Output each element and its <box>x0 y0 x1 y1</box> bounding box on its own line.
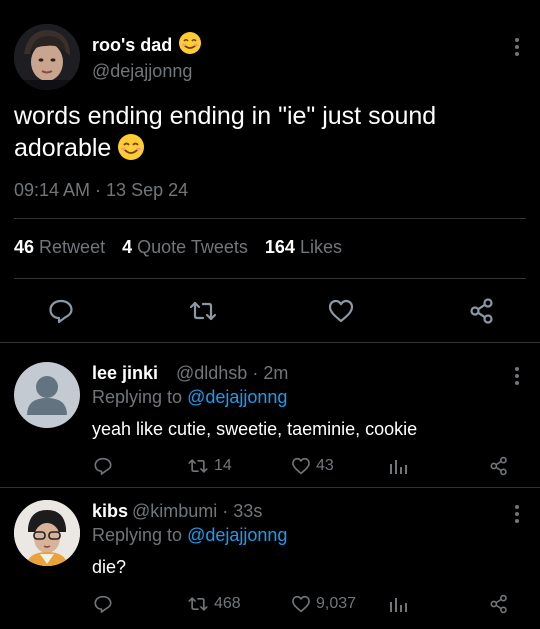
divider <box>14 218 526 219</box>
display-name[interactable]: lee jinki <box>92 363 158 384</box>
avatar[interactable] <box>14 500 80 566</box>
like-icon[interactable] <box>326 296 356 326</box>
handle[interactable]: @dejajjonng <box>92 61 192 82</box>
like-icon <box>292 595 310 613</box>
replying-label: Replying to <box>92 387 183 407</box>
share-icon[interactable] <box>467 296 497 326</box>
display-name-text[interactable]: roo's dad <box>92 35 172 55</box>
analytics-icon[interactable] <box>388 454 412 478</box>
replying-label: Replying to <box>92 525 183 545</box>
display-name[interactable]: roo's dad <box>92 32 202 56</box>
reply-tweet[interactable]: kibs @kimbumi · 33s Replying to @dejajjo… <box>0 488 540 629</box>
handle[interactable]: @kimbumi <box>132 501 217 521</box>
analytics-icon[interactable] <box>388 592 412 616</box>
engagement-stats: 46 Retweet 4 Quote Tweets 164 Likes <box>14 237 342 258</box>
more-options-icon[interactable] <box>514 505 520 526</box>
quotes-stat[interactable]: 4 Quote Tweets <box>122 237 248 257</box>
reply-action-bar: 468 9,037 <box>0 592 540 616</box>
divider <box>14 278 526 279</box>
reply-text: die? <box>92 557 127 577</box>
reply-icon[interactable] <box>46 296 76 326</box>
reply-time: · 2m <box>252 363 289 383</box>
retweets-label: Retweet <box>39 237 106 257</box>
replying-to: Replying to @dejajjonng <box>92 525 287 546</box>
retweet-icon <box>188 459 208 473</box>
likes-count: 164 <box>264 237 295 257</box>
avatar[interactable] <box>14 24 80 90</box>
retweet-button[interactable]: 468 <box>186 592 241 616</box>
avatar-photo <box>14 24 80 90</box>
reply-text: yeah like cutie, sweetie, taeminie, cook… <box>92 419 418 439</box>
tweet-text-content: words ending ending in "ie" just sound a… <box>14 102 437 162</box>
reply-tweet[interactable]: lee jinki @dldhsb · 2m Replying to @deja… <box>0 343 540 488</box>
likes-label: Likes <box>299 237 342 257</box>
reply-icon[interactable] <box>92 454 118 478</box>
like-icon <box>292 457 310 475</box>
retweet-button[interactable]: 14 <box>186 454 232 478</box>
smiling-emoji-icon <box>179 32 202 54</box>
main-tweet: roo's dad @dejajjonng words ending endin… <box>0 0 540 343</box>
tweet-action-bar <box>0 296 540 326</box>
handle-and-time: @kimbumi · 33s <box>132 501 262 522</box>
like-button[interactable]: 43 <box>290 454 334 478</box>
tweet-text: words ending ending in "ie" just sound a… <box>14 100 514 164</box>
retweets-stat[interactable]: 46 Retweet <box>14 237 105 257</box>
share-icon[interactable] <box>488 454 514 478</box>
default-avatar-icon <box>27 376 67 415</box>
retweet-count: 14 <box>214 457 232 474</box>
retweet-icon <box>188 597 208 611</box>
like-count: 9,037 <box>316 595 357 612</box>
replying-to-link[interactable]: @dejajjonng <box>187 525 287 545</box>
like-count: 43 <box>316 457 334 474</box>
display-name[interactable]: kibs <box>92 501 128 522</box>
replying-to-link[interactable]: @dejajjonng <box>187 387 287 407</box>
likes-stat[interactable]: 164 Likes <box>265 237 342 257</box>
avatar[interactable] <box>14 362 80 428</box>
quotes-count: 4 <box>122 237 133 257</box>
reply-time: · 33s <box>222 501 263 521</box>
like-button[interactable]: 9,037 <box>290 592 356 616</box>
retweet-count: 468 <box>214 595 241 612</box>
handle-and-time: @dldhsb · 2m <box>176 363 288 384</box>
smiling-emoji-icon <box>118 134 145 160</box>
share-icon[interactable] <box>488 592 514 616</box>
replying-to: Replying to @dejajjonng <box>92 387 287 408</box>
tweet-timestamp[interactable]: 09:14 AM · 13 Sep 24 <box>14 180 188 201</box>
retweet-icon[interactable] <box>188 296 218 326</box>
retweets-count: 46 <box>14 237 35 257</box>
more-options-icon[interactable] <box>514 38 520 59</box>
handle[interactable]: @dldhsb <box>176 363 247 383</box>
more-options-icon[interactable] <box>514 367 520 388</box>
reply-icon[interactable] <box>92 592 118 616</box>
avatar-photo <box>14 500 80 566</box>
reply-action-bar: 14 43 <box>0 454 540 478</box>
quotes-label: Quote Tweets <box>137 237 248 257</box>
